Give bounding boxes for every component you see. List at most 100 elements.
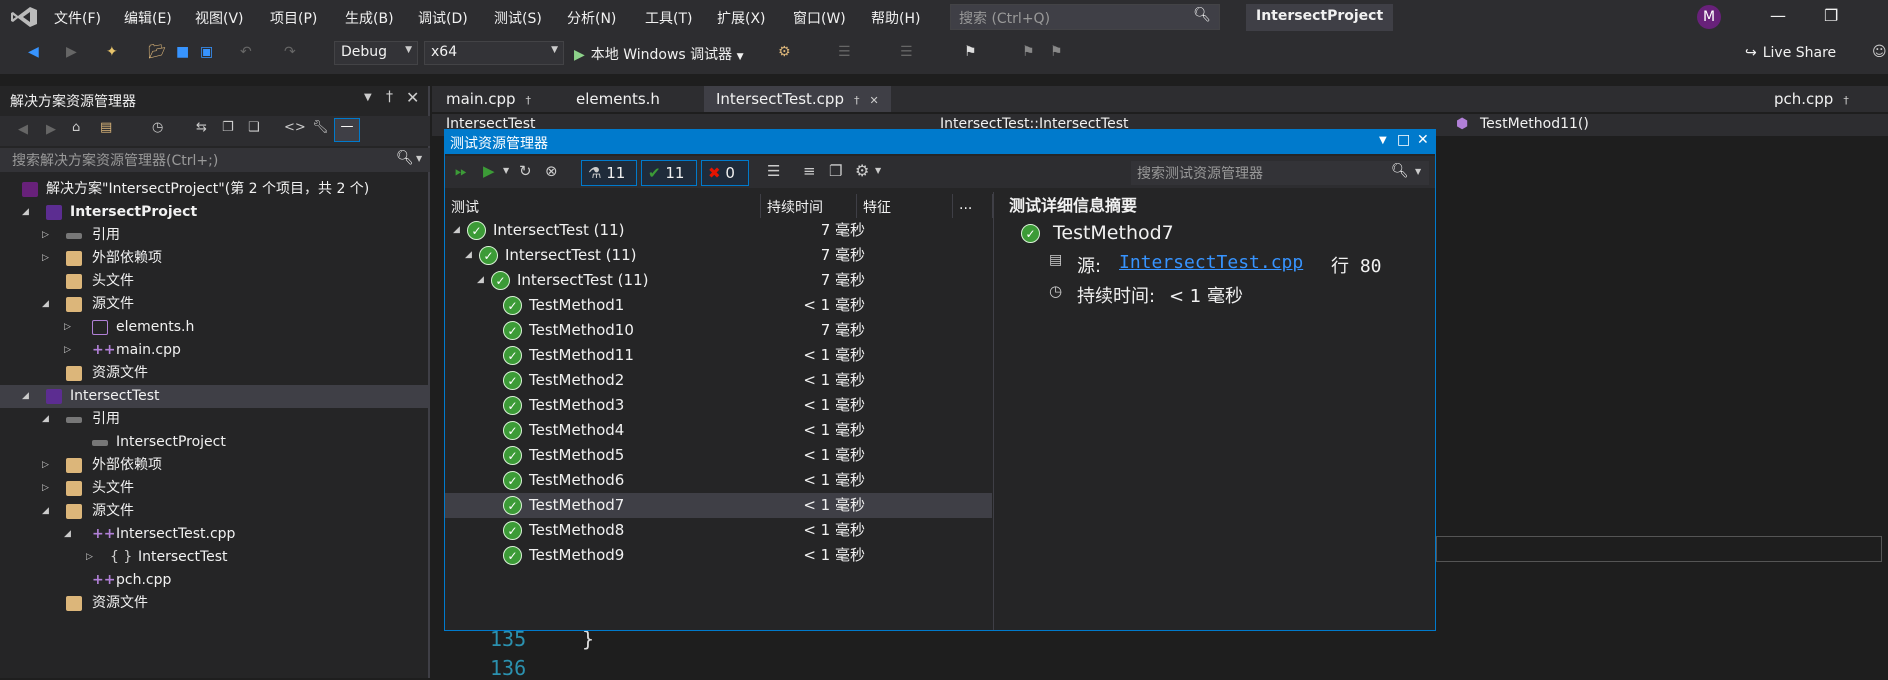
nav-member-dropdown[interactable]: TestMethod11()	[1480, 116, 1589, 132]
menu-tools[interactable]: 工具(T)	[645, 8, 692, 28]
forward-icon[interactable]: ▶	[46, 122, 56, 137]
menu-window[interactable]: 窗口(W)	[793, 8, 846, 28]
test-row[interactable]: ✓ TestMethod1 < 1 毫秒	[445, 293, 992, 318]
collapsed-arrow-icon[interactable]: ▷	[64, 316, 71, 339]
platform-select[interactable]: x64 ▼	[424, 41, 564, 65]
navigate-back-icon[interactable]: ◀	[28, 44, 39, 60]
chevron-down-icon[interactable]: ▼	[737, 52, 744, 62]
toggle-comment-icon[interactable]: ☰	[838, 44, 851, 60]
menu-help[interactable]: 帮助(H)	[871, 8, 920, 28]
column-header-test[interactable]: 测试	[445, 194, 761, 218]
next-bookmark-icon[interactable]: ⚑	[1022, 44, 1035, 60]
tab-intersecttest-cpp[interactable]: IntersectTest.cpp † ✕	[704, 86, 891, 112]
collapsed-arrow-icon[interactable]: ▷	[86, 546, 93, 569]
column-header-traits[interactable]: 特征	[857, 194, 953, 218]
menu-view[interactable]: 视图(V)	[195, 8, 244, 28]
run-icon[interactable]: ▶	[483, 162, 495, 180]
tree-item-ref-intersectproject[interactable]: IntersectProject	[0, 431, 430, 454]
maximize-icon[interactable]: □	[1397, 132, 1410, 148]
pin-icon[interactable]: †	[526, 94, 532, 107]
tree-item-external-deps[interactable]: ▷ 外部依赖项	[0, 454, 430, 477]
save-icon[interactable]: ■	[176, 44, 189, 60]
tab-elements-h[interactable]: elements.h	[564, 86, 672, 112]
tree-item-resource-files[interactable]: 资源文件	[0, 592, 430, 615]
total-tests-filter[interactable]: ⚗ 11	[581, 160, 637, 186]
expanded-arrow-icon[interactable]: ◢	[22, 385, 29, 408]
menu-debug[interactable]: 调试(D)	[418, 8, 468, 28]
tree-item-external-deps[interactable]: ▷ 外部依赖项	[0, 247, 430, 270]
restore-icon[interactable]: ❐	[1824, 6, 1838, 25]
sync-icon[interactable]: ⇆	[196, 120, 207, 135]
test-row[interactable]: ✓ TestMethod11 < 1 毫秒	[445, 343, 992, 368]
menu-build[interactable]: 生成(B)	[345, 8, 394, 28]
start-debugging-button[interactable]: ▶ 本地 Windows 调试器 ▼	[574, 44, 744, 64]
test-row[interactable]: ✓ TestMethod10 7 毫秒	[445, 318, 992, 343]
test-row[interactable]: ✓ TestMethod2 < 1 毫秒	[445, 368, 992, 393]
failed-tests-filter[interactable]: ✖ 0	[701, 160, 749, 186]
collapsed-arrow-icon[interactable]: ▷	[42, 224, 49, 247]
expanded-arrow-icon[interactable]: ◢	[42, 293, 49, 316]
source-file-link[interactable]: IntersectTest.cpp	[1119, 252, 1303, 273]
tree-item-solution[interactable]: 解决方案"IntersectProject"(第 2 个项目，共 2 个)	[0, 178, 430, 201]
test-row[interactable]: ✓ TestMethod9 < 1 毫秒	[445, 543, 992, 568]
close-icon[interactable]: ✕	[869, 94, 878, 107]
undo-icon[interactable]: ↶	[240, 44, 252, 60]
expanded-arrow-icon[interactable]: ◢	[64, 523, 71, 546]
pane-splitter[interactable]	[993, 192, 994, 630]
tree-item-resource-files[interactable]: 资源文件	[0, 362, 430, 385]
test-row[interactable]: ✓ TestMethod6 < 1 毫秒	[445, 468, 992, 493]
properties-wrench-icon[interactable]: 🔧︎	[312, 120, 329, 135]
tree-item-source-files[interactable]: ◢ 源文件	[0, 293, 430, 316]
close-icon[interactable]: ✕	[406, 88, 419, 107]
collapsed-arrow-icon[interactable]: ▷	[42, 454, 49, 477]
bookmark-icon[interactable]: ⚑	[964, 44, 977, 60]
column-header-more[interactable]: ...	[953, 194, 993, 218]
collapsed-arrow-icon[interactable]: ▷	[64, 339, 71, 362]
process-icon[interactable]: ⚙	[778, 44, 791, 60]
global-search-input[interactable]: 搜索 (Ctrl+Q) 🔍︎	[950, 4, 1220, 30]
tree-item-pch-cpp[interactable]: ++ pch.cpp	[0, 569, 430, 592]
pin-icon[interactable]: †	[386, 89, 393, 105]
test-row[interactable]: ✓ TestMethod8 < 1 毫秒	[445, 518, 992, 543]
chevron-down-icon[interactable]: ▼	[875, 166, 881, 175]
menu-test[interactable]: 测试(S)	[494, 8, 542, 28]
menu-edit[interactable]: 编辑(E)	[124, 8, 172, 28]
menu-file[interactable]: 文件(F)	[54, 8, 101, 28]
pin-icon[interactable]: †	[1843, 94, 1849, 107]
visual-studio-logo-icon[interactable]	[10, 6, 38, 28]
expanded-arrow-icon[interactable]: ◢	[453, 218, 460, 243]
columns-icon[interactable]: ❐	[829, 162, 842, 180]
test-row-group[interactable]: ◢ ✓ IntersectTest (11) 7 毫秒	[445, 243, 992, 268]
tree-item-header-files[interactable]: 头文件	[0, 270, 430, 293]
pane-options-chevron-icon[interactable]: ▼	[364, 92, 372, 103]
uncomment-icon[interactable]: ☰	[900, 44, 913, 60]
test-row[interactable]: ✓ TestMethod4 < 1 毫秒	[445, 418, 992, 443]
passed-tests-filter[interactable]: ✔ 11	[641, 160, 697, 186]
chevron-down-icon[interactable]: ▼	[1415, 167, 1421, 176]
tree-item-elements-h[interactable]: ▷ elements.h	[0, 316, 430, 339]
tree-item-project-intersectproject[interactable]: ◢ IntersectProject	[0, 201, 430, 224]
tab-pch-cpp[interactable]: pch.cpp †	[1762, 86, 1861, 112]
clear-bookmarks-icon[interactable]: ⚑	[1050, 44, 1063, 60]
tree-item-references[interactable]: ▷ 引用	[0, 224, 430, 247]
test-row[interactable]: ✓ TestMethod3 < 1 毫秒	[445, 393, 992, 418]
redo-icon[interactable]: ↷	[284, 44, 296, 60]
tree-item-intersecttest-cpp[interactable]: ◢ ++ IntersectTest.cpp	[0, 523, 430, 546]
preview-selected-icon[interactable]: —	[334, 118, 360, 142]
menu-project[interactable]: 项目(P)	[270, 8, 317, 28]
test-row[interactable]: ✓ TestMethod5 < 1 毫秒	[445, 443, 992, 468]
test-search-input[interactable]: 搜索测试资源管理器 🔍︎ ▼	[1131, 161, 1429, 185]
home-icon[interactable]: ⌂	[72, 120, 80, 135]
collapsed-arrow-icon[interactable]: ▷	[42, 477, 49, 500]
test-row-group[interactable]: ◢ ✓ IntersectTest (11) 7 毫秒	[445, 218, 992, 243]
pending-changes-icon[interactable]: ◷	[152, 120, 163, 135]
user-feedback-icon[interactable]: ☺	[1872, 44, 1887, 60]
tab-main-cpp[interactable]: main.cpp †	[434, 86, 543, 112]
collapse-all-icon[interactable]: ❐	[222, 120, 234, 135]
repeat-last-run-icon[interactable]: ↻	[519, 162, 532, 180]
window-options-chevron-icon[interactable]: ▼	[1379, 135, 1387, 146]
tree-item-header-files[interactable]: ▷ 头文件	[0, 477, 430, 500]
group-by-icon[interactable]: ≡	[803, 162, 816, 180]
open-file-icon[interactable]: 📂︎	[148, 44, 166, 60]
expanded-arrow-icon[interactable]: ◢	[465, 243, 472, 268]
